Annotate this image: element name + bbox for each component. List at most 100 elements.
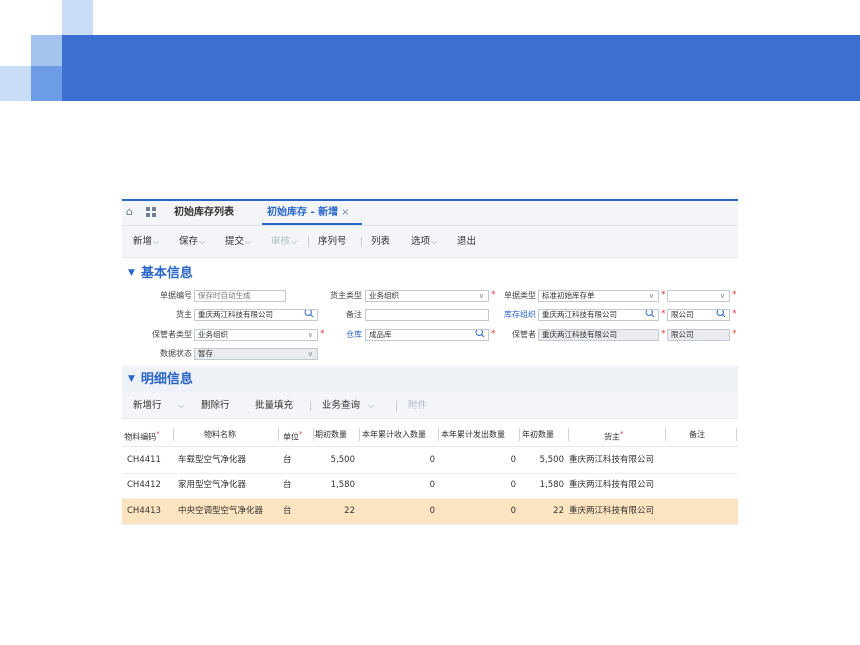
tab-inventory-new[interactable]: 初始库存 - 新增 × [267, 207, 350, 219]
attachment-button[interactable]: 附件 [408, 400, 427, 412]
cell-year-start-qty[interactable]: 5,500 [522, 455, 564, 466]
warehouse-input[interactable]: 成品库 [365, 329, 489, 341]
cell-material-name[interactable]: 中央空调型空气净化器 [178, 506, 263, 517]
submit-button-label: 提交 [225, 236, 245, 247]
toolbar-divider [308, 237, 309, 247]
stock-org-label[interactable]: 库存组织 [487, 309, 536, 321]
owner-type-select[interactable]: 业务组织 ∨ [365, 290, 489, 302]
warehouse-label[interactable]: 仓库 [312, 329, 362, 341]
options-button[interactable]: 选项⌵ [411, 236, 437, 248]
cell-year-in-qty[interactable]: 0 [362, 480, 435, 491]
cell-unit[interactable]: 台 [283, 455, 292, 466]
column-header-material-name[interactable]: 物料名称 [204, 429, 236, 440]
new-button[interactable]: 新增⌵ [133, 236, 159, 248]
owner-label: 货主 [176, 310, 192, 319]
keeper-input[interactable]: 重庆两江科技有限公司 [538, 329, 659, 341]
cell-opening-qty[interactable]: 5,500 [315, 455, 355, 466]
tab-inventory-new-label: 初始库存 - 新增 [267, 207, 339, 218]
search-icon[interactable] [716, 309, 726, 318]
chevron-down-icon: ∨ [478, 292, 484, 300]
delete-row-button[interactable]: 删除行 [201, 400, 230, 412]
serial-number-button[interactable]: 序列号 [318, 236, 347, 248]
cell-material-code[interactable]: CH4411 [127, 455, 161, 466]
column-divider[interactable] [359, 428, 360, 441]
chevron-down-icon[interactable]: ⌵ [178, 400, 184, 412]
cell-year-start-qty[interactable]: 1,580 [522, 480, 564, 491]
cell-material-name[interactable]: 车载型空气净化器 [178, 455, 246, 466]
column-header-opening-qty[interactable]: 期初数量 [315, 429, 347, 440]
business-query-button[interactable]: 业务查询 ⌵ [322, 400, 374, 412]
close-icon[interactable]: × [341, 207, 349, 218]
cell-owner[interactable]: 重庆两江科技有限公司 [569, 506, 654, 517]
column-divider[interactable] [665, 428, 666, 441]
basic-info-header[interactable]: ▼ 基本信息 [128, 266, 193, 283]
cell-material-name[interactable]: 家用型空气净化器 [178, 480, 246, 491]
column-header-unit[interactable]: 单位* [283, 429, 302, 443]
cell-opening-qty[interactable]: 1,580 [315, 480, 355, 491]
active-tab-underline [262, 223, 362, 225]
column-header-material-code[interactable]: : 物料编码* [122, 429, 159, 443]
owner-input[interactable]: 重庆两江科技有限公司 [194, 309, 318, 321]
bill-type-value: 标准初始库存单 [542, 291, 595, 300]
column-header-year-start-qty[interactable]: 年初数量 [522, 429, 554, 440]
save-button[interactable]: 保存⌵ [179, 236, 205, 248]
cell-owner[interactable]: 重庆两江科技有限公司 [569, 480, 654, 491]
column-divider[interactable] [313, 428, 314, 441]
required-star: * [661, 309, 666, 319]
required-star: * [661, 329, 666, 339]
column-header-remark[interactable]: 备注 [689, 429, 705, 440]
table-row[interactable]: : CH4411 车载型空气净化器 台 5,500 0 0 5,500 重庆两江… [122, 448, 738, 474]
stock-org-input[interactable]: 重庆两江科技有限公司 [538, 309, 659, 321]
cell-year-out-qty[interactable]: 0 [441, 506, 516, 517]
add-row-button[interactable]: 新增行 [133, 400, 162, 412]
column-header-year-out-qty[interactable]: 本年累计发出数量 [441, 429, 505, 440]
extra-select-1[interactable]: ∨ [667, 290, 730, 302]
options-button-label: 选项 [411, 236, 431, 247]
column-header-label: 物料编码 [124, 432, 157, 442]
cell-opening-qty[interactable]: 22 [315, 506, 355, 517]
extra-input-2[interactable]: 限公司 [667, 309, 730, 321]
cell-unit[interactable]: 台 [283, 480, 292, 491]
cell-year-out-qty[interactable]: 0 [441, 480, 516, 491]
cell-unit[interactable]: 台 [283, 506, 292, 517]
table-row-selected[interactable]: : CH4413 中央空调型空气净化器 台 22 0 0 22 重庆两江科技有限… [122, 499, 738, 525]
keeper-type-select[interactable]: 业务组织 ∨ [194, 329, 318, 341]
cell-year-start-qty[interactable]: 22 [522, 506, 564, 517]
column-header-owner[interactable]: 货主* [604, 429, 623, 443]
chevron-down-icon: ⌵ [199, 237, 206, 246]
required-star: * [732, 309, 737, 319]
apps-grid-icon[interactable] [146, 207, 157, 218]
remark-input[interactable] [365, 309, 489, 321]
column-divider[interactable] [568, 428, 569, 441]
tab-inventory-list[interactable]: 初始库存列表 [174, 207, 234, 219]
list-button[interactable]: 列表 [371, 236, 390, 248]
cell-year-in-qty[interactable]: 0 [362, 455, 435, 466]
exit-button[interactable]: 退出 [457, 236, 476, 248]
warehouse-value: 成品库 [369, 330, 392, 339]
search-icon[interactable] [475, 329, 485, 338]
cell-material-code[interactable]: CH4412 [127, 480, 161, 491]
column-divider[interactable] [519, 428, 520, 441]
submit-button[interactable]: 提交⌵ [225, 236, 251, 248]
status-select[interactable]: 暂存 ∨ [194, 348, 318, 360]
detail-info-header[interactable]: ▼ 明细信息 [128, 372, 193, 389]
table-row[interactable]: : CH4412 家用型空气净化器 台 1,580 0 0 1,580 重庆两江… [122, 473, 738, 499]
column-divider[interactable] [173, 428, 174, 441]
cell-year-in-qty[interactable]: 0 [362, 506, 435, 517]
cell-year-out-qty[interactable]: 0 [441, 455, 516, 466]
search-icon[interactable] [645, 309, 655, 318]
column-header-year-in-qty[interactable]: 本年累计收入数量 [362, 429, 426, 440]
cell-material-code[interactable]: CH4413 [127, 506, 161, 517]
required-star: * [620, 430, 624, 438]
audit-button[interactable]: 审核⌵ [271, 236, 297, 248]
bill-no-input[interactable]: 保存时自动生成 [194, 290, 286, 302]
column-divider[interactable] [736, 428, 737, 441]
batch-fill-button[interactable]: 批量填充 [255, 400, 293, 412]
home-icon[interactable]: ⌂ [126, 206, 138, 218]
column-divider[interactable] [278, 428, 279, 441]
deco-square [31, 35, 62, 66]
extra-input-3[interactable]: 限公司 [667, 329, 730, 341]
bill-type-select[interactable]: 标准初始库存单 ∨ [538, 290, 659, 302]
cell-owner[interactable]: 重庆两江科技有限公司 [569, 455, 654, 466]
column-divider[interactable] [438, 428, 439, 441]
